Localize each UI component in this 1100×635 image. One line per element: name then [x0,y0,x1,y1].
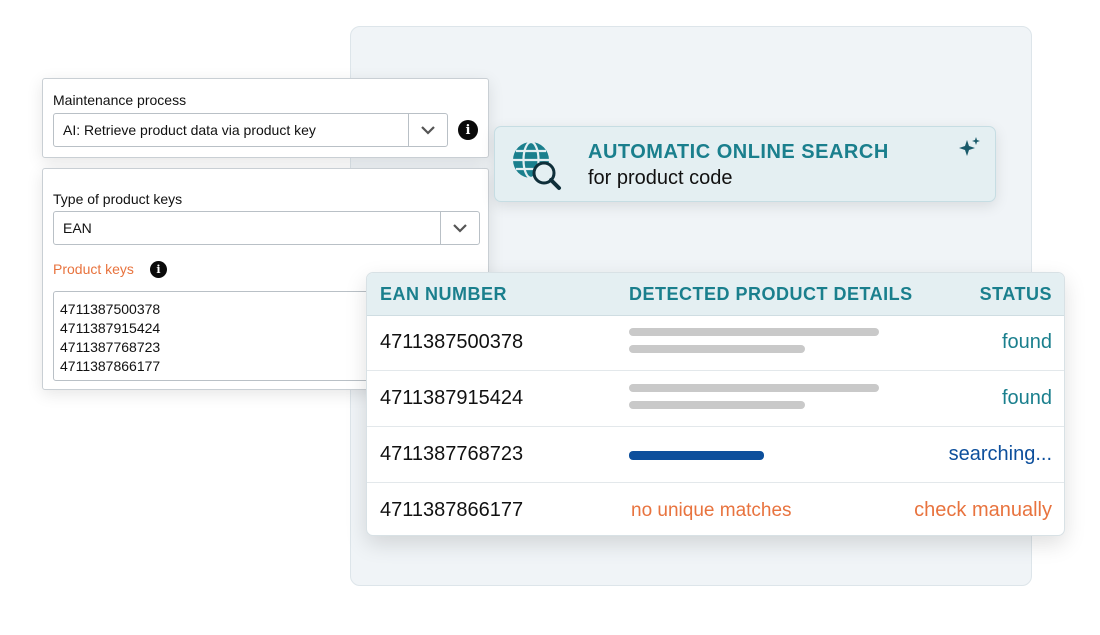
detail-placeholder-bar [629,384,879,392]
ean-cell: 4711387768723 [380,443,524,465]
table-header: EAN NUMBER DETECTED PRODUCT DETAILS STAT… [367,273,1064,316]
chevron-down-icon[interactable] [440,212,479,244]
detail-cell: no unique matches [631,500,792,521]
ean-cell: 4711387915424 [380,387,524,409]
table-row[interactable]: 4711387866177 no unique matches check ma… [367,483,1064,535]
maintenance-process-select[interactable]: AI: Retrieve product data via product ke… [53,113,448,147]
key-type-value: EAN [63,220,92,236]
search-progress-bar [629,451,764,460]
status-cell: found [1001,331,1052,353]
table-row[interactable]: 4711387500378 found [367,315,1064,371]
detail-placeholder-bar [629,401,805,409]
chevron-down-icon[interactable] [408,114,447,146]
sparkle-icon [958,136,982,165]
search-subtitle: for product code [588,167,733,189]
header-detected-product-details: DETECTED PRODUCT DETAILS [629,284,913,304]
ean-cell: 4711387500378 [380,331,524,353]
table-row[interactable]: 4711387768723 searching... [367,427,1064,483]
detail-placeholder-bar [629,345,805,353]
header-ean-number: EAN NUMBER [380,284,508,304]
table-row[interactable]: 4711387915424 found [367,371,1064,427]
product-keys-label: Product keys [53,261,134,277]
header-status: STATUS [979,284,1052,304]
maintenance-process-label: Maintenance process [53,92,187,108]
key-type-select[interactable]: EAN [53,211,480,245]
status-cell: check manually [914,499,1052,521]
ean-cell: 4711387866177 [380,499,524,521]
search-title: AUTOMATIC ONLINE SEARCH [588,141,889,163]
maintenance-process-value: AI: Retrieve product data via product ke… [63,122,316,138]
maintenance-process-card: Maintenance process AI: Retrieve product… [42,78,489,158]
key-type-label: Type of product keys [53,191,183,207]
info-icon[interactable]: i [150,261,167,278]
status-cell: found [1001,387,1052,409]
info-icon[interactable]: i [458,120,478,140]
detail-placeholder-bar [629,328,879,336]
globe-search-icon [509,138,563,197]
results-table: EAN NUMBER DETECTED PRODUCT DETAILS STAT… [366,272,1065,536]
status-cell: searching... [948,443,1052,465]
automatic-search-card: AUTOMATIC ONLINE SEARCH for product code [494,126,996,202]
